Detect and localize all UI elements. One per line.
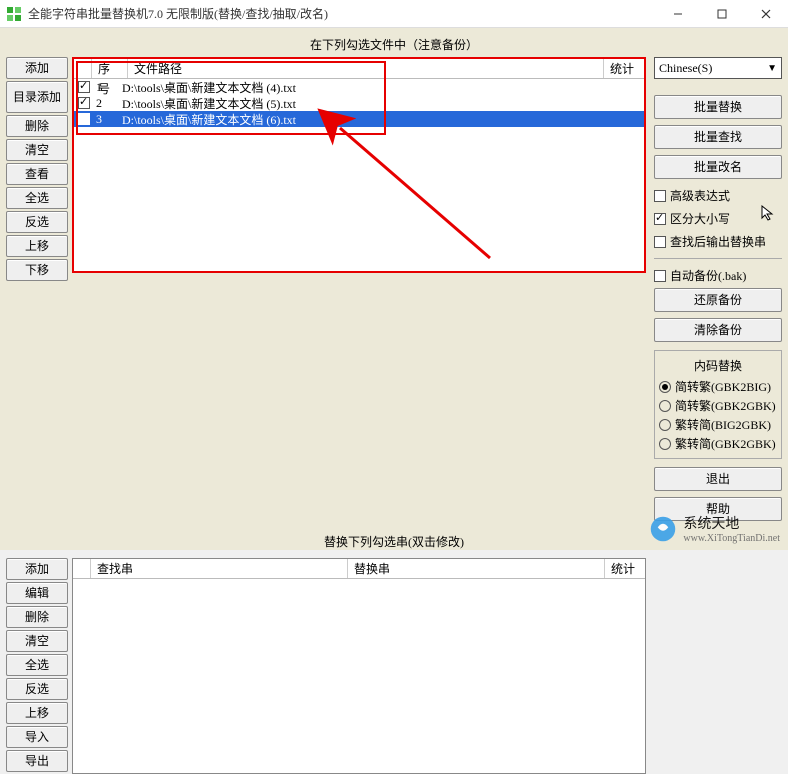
file-row-index: 1 [96,80,122,95]
add-folder-button[interactable]: 目录添加 [6,81,68,113]
select-all-rules-button[interactable]: 全选 [6,654,68,676]
titlebar: 全能字符串批量替换机7.0 无限制版(替换/查找/抽取/改名) [0,0,788,28]
replace-rules-header: 查找串 替换串 统计 [73,559,645,579]
file-row[interactable]: 2D:\tools\桌面\新建文本文档 (5).txt [74,95,644,111]
enc-opt-2[interactable]: 繁转简(BIG2GBK) [659,416,777,433]
watermark-url: www.XiTongTianDi.net [683,533,780,544]
batch-rename-button[interactable]: 批量改名 [654,155,782,179]
enc-opt-3[interactable]: 繁转简(GBK2GBK) [659,435,777,452]
add-rule-button[interactable]: 添加 [6,558,68,580]
col-search-string[interactable]: 查找串 [91,559,348,578]
window-title: 全能字符串批量替换机7.0 无限制版(替换/查找/抽取/改名) [28,5,656,22]
upper-section-label: 在下列勾选文件中（注意备份） [6,36,782,53]
minimize-button[interactable] [656,0,700,28]
close-button[interactable] [744,0,788,28]
watermark-logo-icon [649,515,677,543]
file-row-path: D:\tools\桌面\新建文本文档 (4).txt [122,79,644,96]
right-panel: Chinese(S) ▼ 批量替换 批量查找 批量改名 高级表达式 区分大小写 … [650,57,782,525]
watermark: 系统天地 www.XiTongTianDi.net [649,513,780,544]
output-after-search-checkbox[interactable]: 查找后输出替换串 [654,233,782,250]
auto-backup-checkbox[interactable]: 自动备份(.bak) [654,267,782,284]
file-row-path: D:\tools\桌面\新建文本文档 (5).txt [122,95,644,112]
move-up-button[interactable]: 上移 [6,235,68,257]
invert-rules-button[interactable]: 反选 [6,678,68,700]
add-button[interactable]: 添加 [6,57,68,79]
invert-selection-button[interactable]: 反选 [6,211,68,233]
adv-expression-checkbox[interactable]: 高级表达式 [654,187,782,204]
file-row-path: D:\tools\桌面\新建文本文档 (6).txt [122,111,644,128]
file-row[interactable]: 1D:\tools\桌面\新建文本文档 (4).txt [74,79,644,95]
chevron-down-icon: ▼ [767,63,777,74]
watermark-brand: 系统天地 [683,513,780,533]
workspace: 在下列勾选文件中（注意备份） 添加 目录添加 删除 清空 查看 全选 反选 上移… [0,28,788,550]
exit-button[interactable]: 退出 [654,467,782,491]
replace-rules-pane[interactable]: 查找串 替换串 统计 [72,558,646,774]
col-path[interactable]: 文件路径 [128,59,604,78]
col-index[interactable]: 序号 [92,59,128,78]
batch-replace-button[interactable]: 批量替换 [654,95,782,119]
language-value: Chinese(S) [659,61,712,76]
encoding-group-title: 内码替换 [659,357,777,374]
file-row-checkbox[interactable] [78,97,90,109]
enc-opt-0[interactable]: 简转繁(GBK2BIG) [659,378,777,395]
case-sensitive-checkbox[interactable]: 区分大小写 [654,210,782,227]
file-row-index: 3 [96,112,122,127]
encoding-group: 内码替换 简转繁(GBK2BIG) 简转繁(GBK2GBK) 繁转简(BIG2G… [654,350,782,459]
export-rules-button[interactable]: 导出 [6,750,68,772]
batch-search-button[interactable]: 批量查找 [654,125,782,149]
file-row[interactable]: 3D:\tools\桌面\新建文本文档 (6).txt [74,111,644,127]
select-all-button[interactable]: 全选 [6,187,68,209]
col-rule-stat[interactable]: 统计 [605,559,645,578]
lower-left-button-column: 添加 编辑 删除 清空 全选 反选 上移 导入 导出 [6,558,68,774]
enc-opt-1[interactable]: 简转繁(GBK2GBK) [659,397,777,414]
maximize-button[interactable] [700,0,744,28]
file-row-checkbox[interactable] [78,81,90,93]
delete-button[interactable]: 删除 [6,115,68,137]
app-icon [6,6,22,22]
file-list-header: 序号 文件路径 统计 [74,59,644,79]
import-rules-button[interactable]: 导入 [6,726,68,748]
clear-button[interactable]: 清空 [6,139,68,161]
language-select[interactable]: Chinese(S) ▼ [654,57,782,79]
edit-rule-button[interactable]: 编辑 [6,582,68,604]
clear-rules-button[interactable]: 清空 [6,630,68,652]
upper-left-button-column: 添加 目录添加 删除 清空 查看 全选 反选 上移 下移 [6,57,68,525]
col-replace-string[interactable]: 替换串 [348,559,605,578]
delete-rule-button[interactable]: 删除 [6,606,68,628]
view-button[interactable]: 查看 [6,163,68,185]
move-down-button[interactable]: 下移 [6,259,68,281]
col-stat[interactable]: 统计 [604,59,644,79]
clear-backup-button[interactable]: 清除备份 [654,318,782,342]
move-rule-up-button[interactable]: 上移 [6,702,68,724]
file-row-index: 2 [96,96,122,111]
restore-backup-button[interactable]: 还原备份 [654,288,782,312]
file-list-pane[interactable]: 序号 文件路径 统计 1D:\tools\桌面\新建文本文档 (4).txt2D… [72,57,646,273]
file-row-checkbox[interactable] [78,113,90,125]
